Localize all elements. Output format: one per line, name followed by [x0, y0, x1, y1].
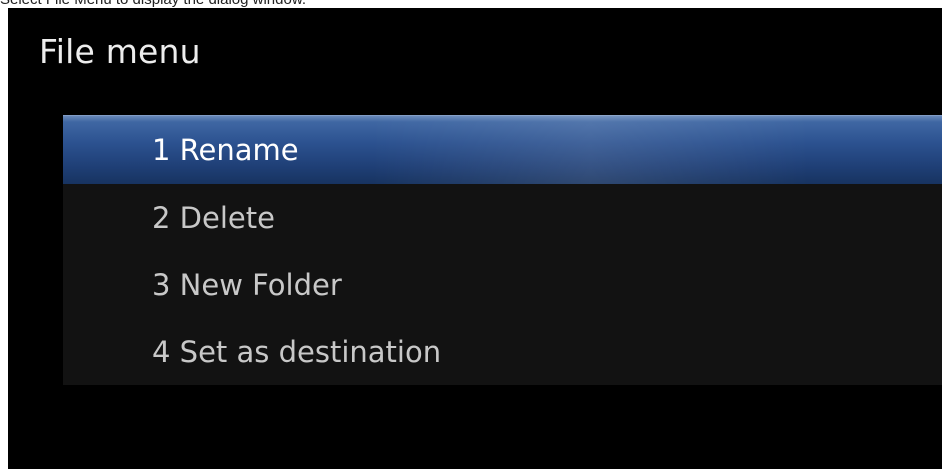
menu-item-label: 3 New Folder	[152, 267, 342, 302]
menu-item-label: 4 Set as destination	[152, 334, 442, 369]
menu-title: File menu	[39, 32, 201, 71]
menu-item-delete[interactable]: 2 Delete	[63, 184, 942, 251]
caption-text: Select File Menu to display the dialog w…	[0, 0, 942, 8]
file-menu-dialog: File menu 1 Rename 2 Delete 3 New Folder…	[8, 8, 942, 469]
menu-item-new-folder[interactable]: 3 New Folder	[63, 251, 942, 318]
menu-list: 1 Rename 2 Delete 3 New Folder 4 Set as …	[63, 115, 942, 385]
menu-item-rename[interactable]: 1 Rename	[63, 115, 942, 184]
menu-item-set-as-destination[interactable]: 4 Set as destination	[63, 318, 942, 385]
menu-item-label: 2 Delete	[152, 200, 275, 235]
menu-item-label: 1 Rename	[152, 132, 299, 167]
